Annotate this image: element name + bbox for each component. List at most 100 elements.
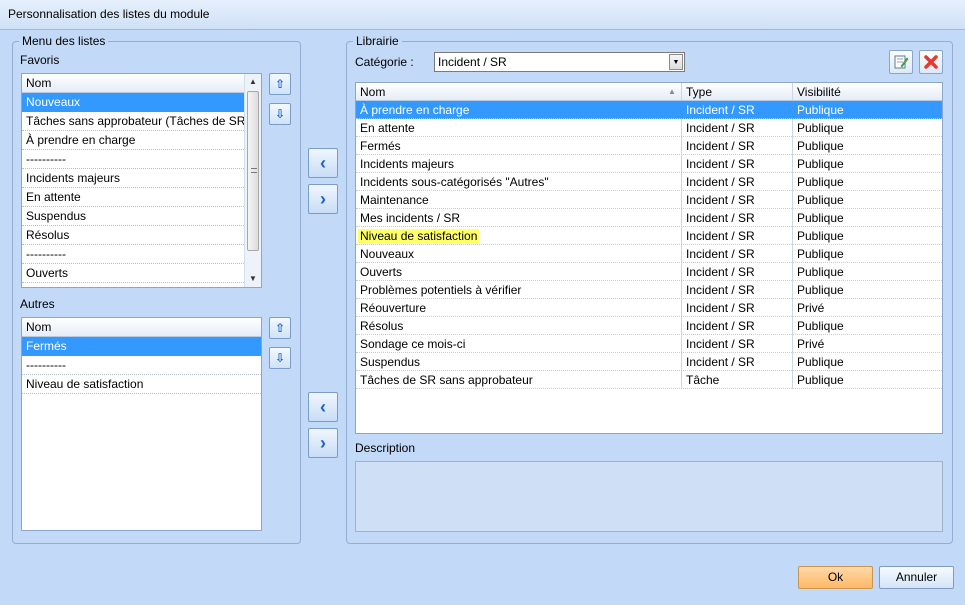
favoris-list-item[interactable]: Suspendus (22, 207, 244, 226)
favoris-list-item[interactable]: Nouveaux (22, 93, 244, 112)
library-cell-name: À prendre en charge (360, 103, 470, 117)
library-cell-name: Maintenance (360, 193, 429, 207)
favoris-label: Favoris (20, 53, 60, 67)
window-title: Personnalisation des listes du module (8, 7, 210, 21)
scroll-up-icon[interactable]: ▲ (245, 74, 261, 90)
library-cell-name: En attente (360, 121, 415, 135)
favoris-move-up-button[interactable]: ⇧ (269, 73, 291, 95)
category-value: Incident / SR (438, 55, 507, 69)
add-to-autres-button[interactable]: ‹ (308, 392, 338, 422)
description-label: Description (355, 441, 416, 455)
library-row[interactable]: Incidents majeurs Incident / SR Publique (356, 155, 942, 173)
favoris-list-item[interactable]: À prendre en charge (22, 131, 244, 150)
favoris-list-item[interactable]: ---------- (22, 150, 244, 169)
library-cell-name: Problèmes potentiels à vérifier (360, 283, 522, 297)
library-row[interactable]: Nouveaux Incident / SR Publique (356, 245, 942, 263)
scroll-down-icon[interactable]: ▼ (245, 271, 261, 287)
library-row[interactable]: En attente Incident / SR Publique (356, 119, 942, 137)
library-row[interactable]: Tâches de SR sans approbateur Tâche Publiq… (356, 371, 942, 389)
library-group-title: Librairie (353, 34, 402, 48)
library-cell-type: Incident / SR (686, 319, 755, 333)
library-cell-type: Incident / SR (686, 265, 755, 279)
delete-x-icon (924, 55, 938, 69)
favoris-move-down-button[interactable]: ⇩ (269, 103, 291, 125)
library-cell-type: Incident / SR (686, 157, 755, 171)
library-cell-type: Incident / SR (686, 301, 755, 315)
library-cell-type: Incident / SR (686, 229, 755, 243)
library-cell-visibility: Publique (797, 265, 844, 279)
autres-label: Autres (20, 297, 55, 311)
favoris-column-header[interactable]: Nom (22, 74, 244, 93)
library-cell-type: Incident / SR (686, 175, 755, 189)
library-row[interactable]: Ouverts Incident / SR Publique (356, 263, 942, 281)
chevron-right-icon: › (320, 433, 326, 453)
scroll-thumb[interactable] (247, 91, 259, 251)
library-row[interactable]: À prendre en charge Incident / SR Publique (356, 101, 942, 119)
remove-from-autres-button[interactable]: › (308, 428, 338, 458)
chevron-left-icon: ‹ (320, 153, 326, 173)
autres-move-down-button[interactable]: ⇩ (269, 347, 291, 369)
favoris-list-item[interactable]: ---------- (22, 245, 244, 264)
library-grid[interactable]: Nom ▲ Type Visibilité À prendre en charg… (355, 82, 943, 434)
library-grid-header: Nom ▲ Type Visibilité (356, 83, 942, 101)
library-cell-name: Fermés (360, 139, 401, 153)
library-cell-name: Ouverts (360, 265, 403, 279)
library-row[interactable]: Fermés Incident / SR Publique (356, 137, 942, 155)
cancel-button[interactable]: Annuler (879, 566, 954, 589)
library-row[interactable]: Problèmes potentiels à vérifier Incident … (356, 281, 942, 299)
autres-list-item[interactable]: Niveau de satisfaction (22, 375, 261, 394)
favoris-list-item[interactable]: Tâches sans approbateur (Tâches de SR… (22, 112, 244, 131)
library-row[interactable]: Maintenance Incident / SR Publique (356, 191, 942, 209)
library-cell-type: Incident / SR (686, 121, 755, 135)
library-row[interactable]: Sondage ce mois-ci Incident / SR Privé (356, 335, 942, 353)
favoris-list-item[interactable]: Ouverts (22, 264, 244, 283)
library-row[interactable]: Mes incidents / SR Incident / SR Publique (356, 209, 942, 227)
library-cell-visibility: Publique (797, 121, 844, 135)
library-cell-name: Sondage ce mois-ci (360, 337, 466, 351)
favoris-scrollbar[interactable]: ▲ ▼ (244, 74, 261, 287)
column-header-visibility[interactable]: Visibilité (797, 85, 841, 99)
sort-asc-icon: ▲ (668, 87, 676, 96)
edit-note-icon (894, 55, 909, 69)
edit-list-button[interactable] (889, 50, 913, 74)
library-cell-visibility: Publique (797, 157, 844, 171)
column-header-type[interactable]: Type (686, 85, 712, 99)
library-cell-name: Nouveaux (360, 247, 415, 261)
favoris-list-item[interactable]: Résolus (22, 226, 244, 245)
add-to-favoris-button[interactable]: ‹ (308, 148, 338, 178)
menu-group-title: Menu des listes (19, 34, 109, 48)
library-cell-type: Incident / SR (686, 193, 755, 207)
favoris-list[interactable]: Nom Nouveaux Tâches sans approbateur (Tâc… (21, 73, 262, 288)
title-bar: Personnalisation des listes du module (0, 0, 965, 30)
favoris-list-item[interactable]: Incidents majeurs (22, 169, 244, 188)
category-select[interactable]: Incident / SR ▼ (434, 52, 685, 72)
chevron-down-icon[interactable]: ▼ (669, 54, 683, 70)
library-cell-visibility: Publique (797, 247, 844, 261)
library-cell-visibility: Publique (797, 139, 844, 153)
category-label: Catégorie : (355, 55, 414, 69)
ok-button[interactable]: Ok (798, 566, 873, 589)
library-row[interactable]: Niveau de satisfaction Incident / SR Publi… (356, 227, 942, 245)
library-cell-visibility: Privé (797, 337, 825, 351)
chevron-right-icon: › (320, 189, 326, 209)
autres-column-header[interactable]: Nom (22, 318, 261, 337)
autres-list-item[interactable]: ---------- (22, 356, 261, 375)
library-row[interactable]: Réouverture Incident / SR Privé (356, 299, 942, 317)
column-header-name[interactable]: Nom (360, 85, 385, 99)
library-row[interactable]: Résolus Incident / SR Publique (356, 317, 942, 335)
remove-from-favoris-button[interactable]: › (308, 184, 338, 214)
chevron-left-icon: ‹ (320, 397, 326, 417)
autres-move-up-button[interactable]: ⇧ (269, 317, 291, 339)
library-cell-visibility: Publique (797, 319, 844, 333)
autres-list[interactable]: Nom Fermés ---------- Niveau de satisfacti… (21, 317, 262, 531)
favoris-list-item[interactable]: En attente (22, 188, 244, 207)
library-row[interactable]: Incidents sous-catégorisés "Autres" Incid… (356, 173, 942, 191)
autres-list-item[interactable]: Fermés (22, 337, 261, 356)
library-cell-type: Incident / SR (686, 211, 755, 225)
library-cell-visibility: Publique (797, 355, 844, 369)
library-cell-name: Tâches de SR sans approbateur (360, 373, 533, 387)
library-row[interactable]: Suspendus Incident / SR Publique (356, 353, 942, 371)
delete-list-button[interactable] (919, 50, 943, 74)
arrow-down-icon: ⇩ (274, 351, 286, 365)
library-cell-type: Incident / SR (686, 103, 755, 117)
